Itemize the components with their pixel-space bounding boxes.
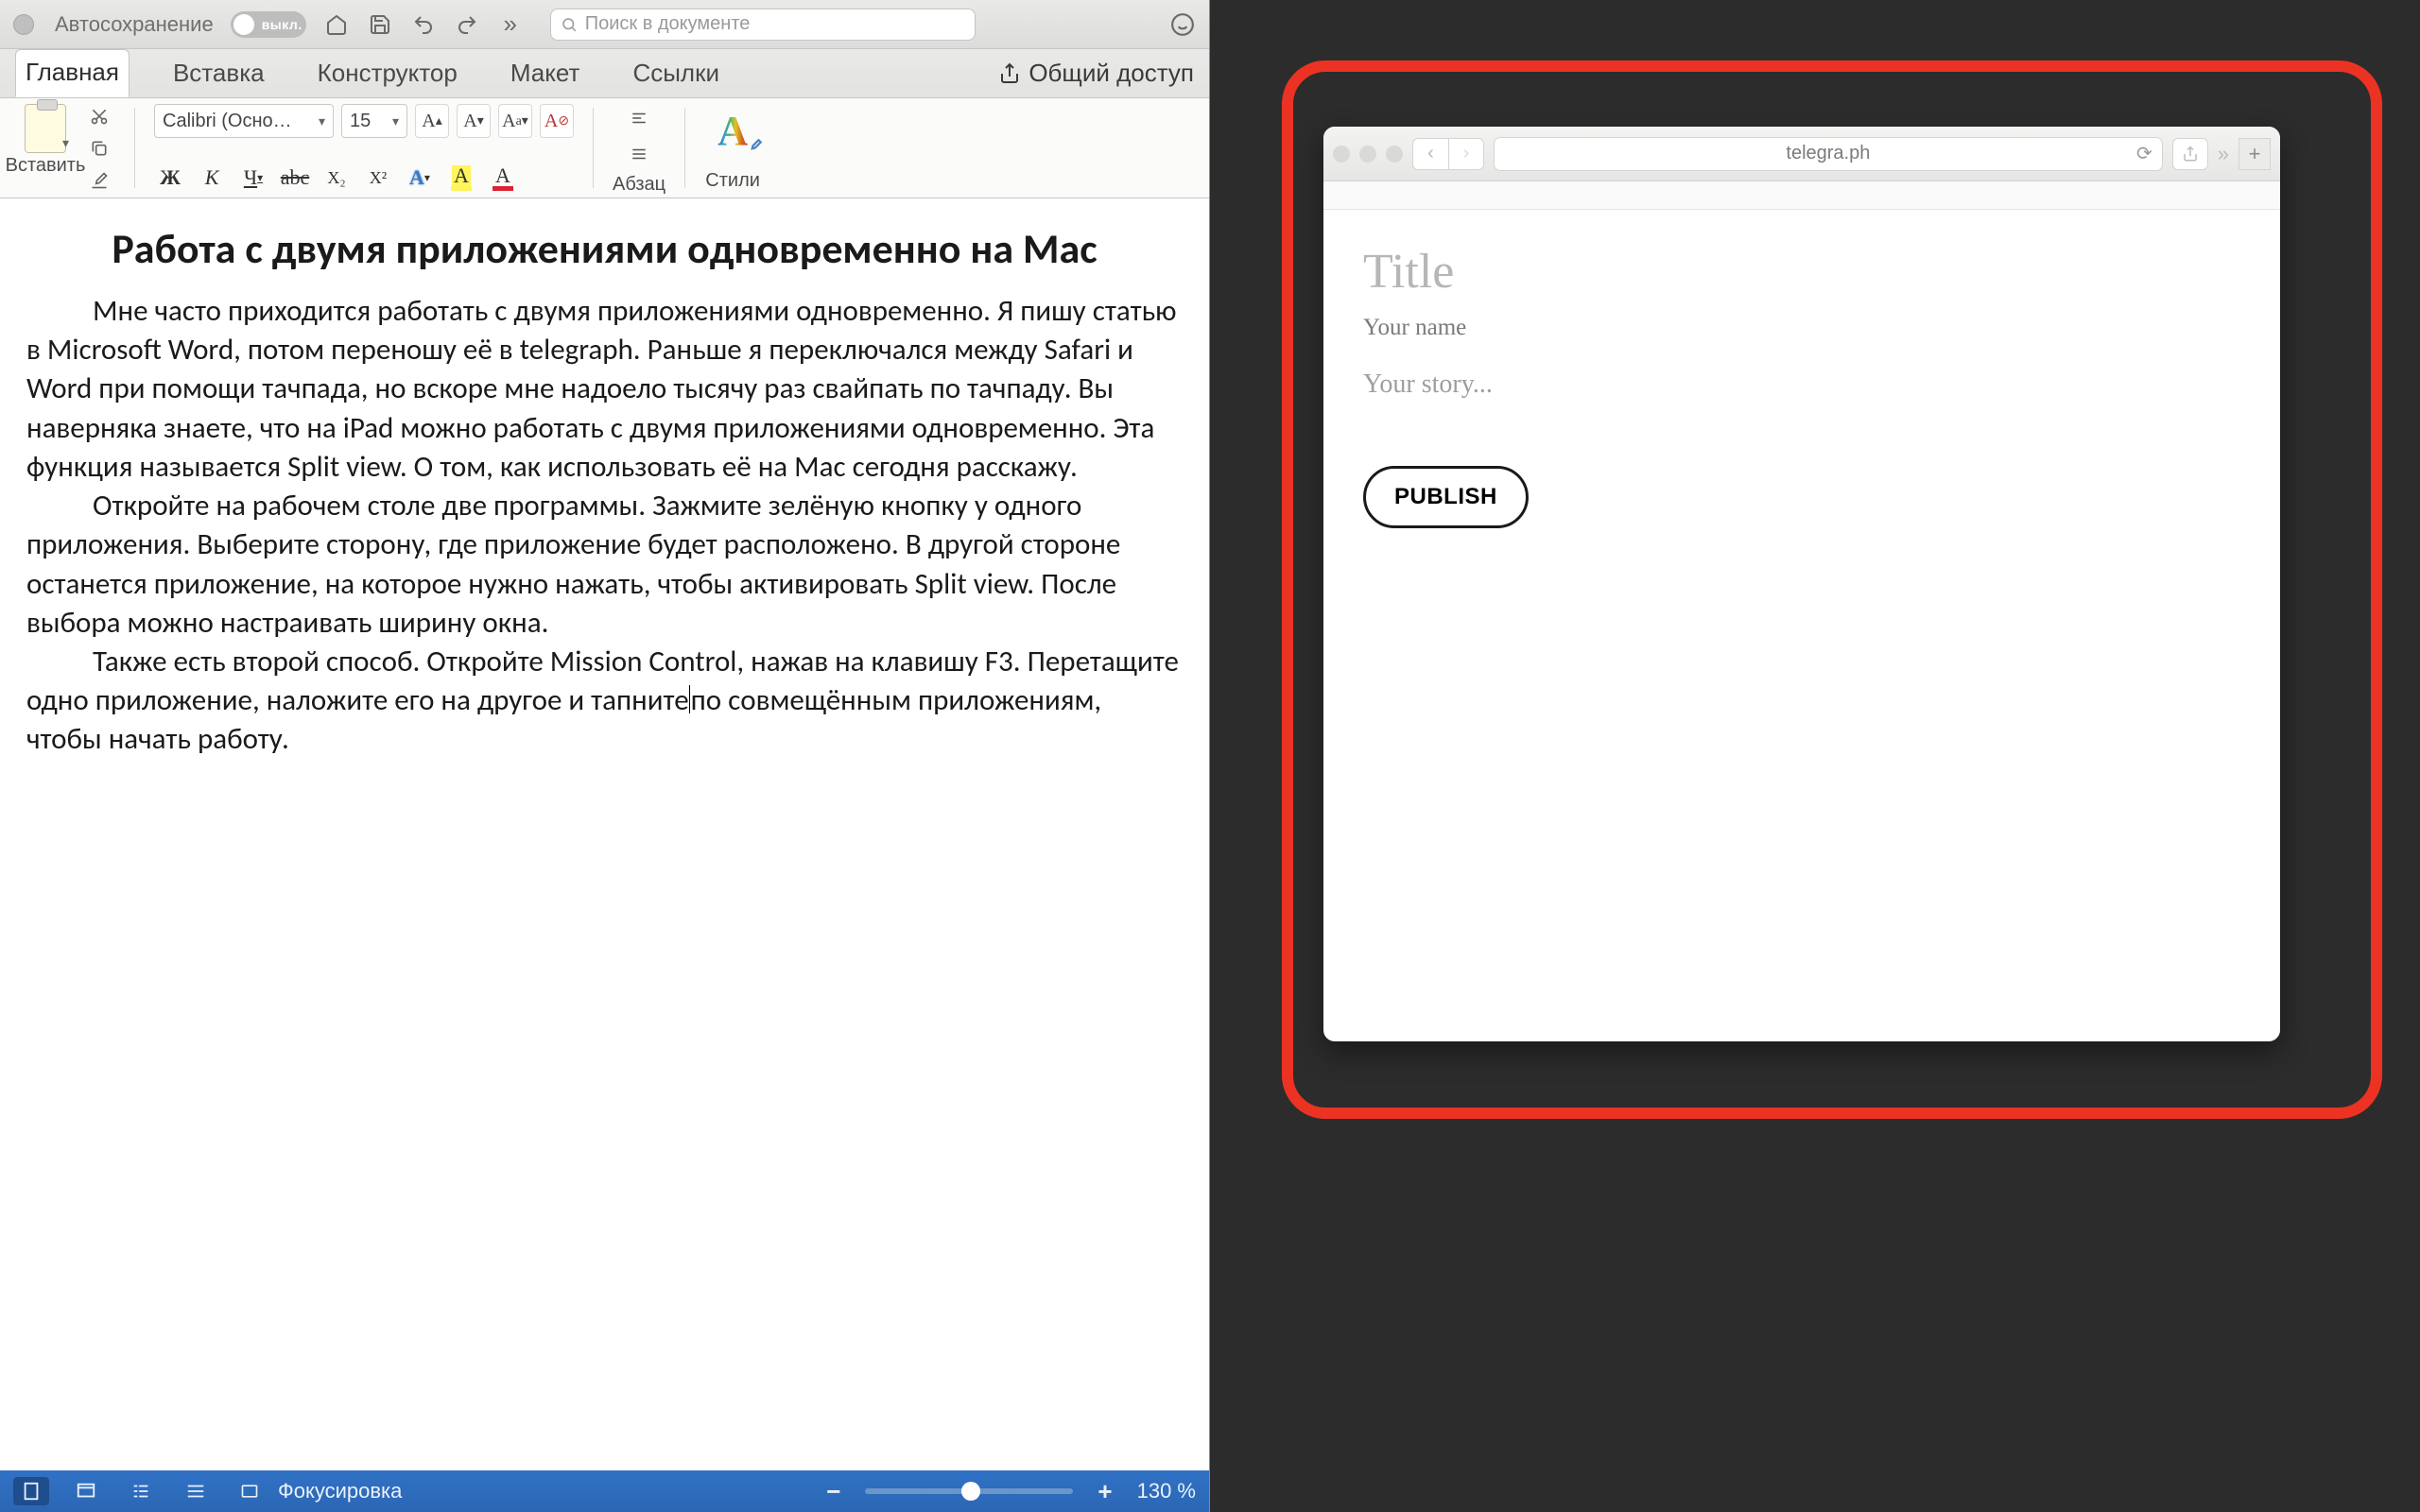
ribbon-tabs: Главная Вставка Конструктор Макет Ссылки… (0, 49, 1209, 98)
format-painter-button[interactable] (83, 168, 115, 193)
telegraph-story-field[interactable]: Your story... (1363, 369, 2240, 400)
search-placeholder: Поиск в документе (585, 13, 751, 35)
font-color-button[interactable]: A (487, 163, 519, 192)
document-paragraph: Также есть второй способ. Откройте Missi… (26, 643, 1183, 760)
focus-icon (238, 1482, 261, 1501)
forward-button[interactable]: › (1448, 138, 1484, 170)
safari-window: ‹ › telegra.ph ⟳ » + Title Your name You… (1323, 127, 2280, 1041)
more-icon[interactable]: » (497, 11, 524, 38)
grow-font-button[interactable]: A▴ (415, 104, 449, 138)
paste-button[interactable]: Вставить (15, 104, 76, 177)
view-print-layout[interactable] (13, 1477, 49, 1505)
text-effects-button[interactable]: A▾ (404, 163, 436, 192)
word-titlebar: Автосохранение выкл. » Поиск в документе (0, 0, 1209, 49)
tab-insert[interactable]: Вставка (164, 51, 274, 97)
bold-button[interactable]: Ж (154, 163, 186, 192)
document-title: Работа с двумя приложениями одновременно… (55, 223, 1154, 275)
focus-mode-button[interactable]: Фокусировка (238, 1479, 402, 1503)
share-button[interactable]: Общий доступ (998, 59, 1194, 97)
zoom-slider[interactable] (865, 1488, 1073, 1494)
font-name-combo[interactable]: Calibri (Осно…▾ (154, 104, 334, 138)
document-paragraph: Откройте на рабочем столе две программы.… (26, 487, 1183, 643)
font-group: Calibri (Осно…▾ 15▾ A▴ A▾ Aa▾ A⊘ Ж К Ч▾ … (148, 104, 579, 192)
word-window: Автосохранение выкл. » Поиск в документе… (0, 0, 1210, 1512)
tab-layout[interactable]: Макет (501, 51, 590, 97)
telegraph-title-field[interactable]: Title (1363, 244, 2240, 300)
text-cursor (689, 685, 690, 713)
view-web-layout[interactable] (68, 1477, 104, 1505)
subscript-button[interactable]: X₂ (320, 163, 353, 192)
paintbrush-icon (746, 138, 763, 155)
tab-references[interactable]: Ссылки (623, 51, 729, 97)
view-draft[interactable] (178, 1477, 214, 1505)
ribbon: Вставить Calibri (Осно…▾ 15▾ A▴ A▾ Aa▾ (0, 98, 1209, 198)
word-statusbar: Фокусировка − + 130 % (0, 1470, 1209, 1512)
publish-button[interactable]: PUBLISH (1363, 466, 1529, 528)
address-bar[interactable]: telegra.ph ⟳ (1494, 137, 2163, 171)
italic-button[interactable]: К (196, 163, 228, 192)
change-case-button[interactable]: Aa▾ (498, 104, 532, 138)
document-paragraph: Мне часто приходится работать с двумя пр… (26, 292, 1183, 487)
new-tab-button[interactable]: + (2238, 138, 2271, 170)
zoom-in-button[interactable]: + (1098, 1477, 1112, 1506)
undo-icon[interactable] (410, 11, 437, 38)
clipboard-group: Вставить (9, 104, 121, 192)
share-icon (998, 62, 1021, 85)
home-icon[interactable] (323, 11, 350, 38)
tab-design[interactable]: Конструктор (308, 51, 467, 97)
font-size-combo[interactable]: 15▾ (341, 104, 407, 138)
window-controls[interactable] (1333, 146, 1403, 163)
superscript-button[interactable]: X² (362, 163, 394, 192)
right-pane: ‹ › telegra.ph ⟳ » + Title Your name You… (1210, 0, 2420, 1512)
clear-format-button[interactable]: A⊘ (540, 104, 574, 138)
tabs-overflow-icon[interactable]: » (2218, 142, 2229, 166)
feedback-smiley-icon[interactable] (1169, 11, 1196, 38)
align-justify-button[interactable] (625, 140, 653, 168)
styles-icon: A (717, 107, 748, 155)
save-icon[interactable] (367, 11, 393, 38)
search-icon (561, 16, 578, 33)
shrink-font-button[interactable]: A▾ (457, 104, 491, 138)
copy-button[interactable] (83, 136, 115, 161)
tab-home[interactable]: Главная (15, 49, 130, 97)
document-body[interactable]: Работа с двумя приложениями одновременно… (0, 198, 1209, 1470)
clipboard-icon (25, 104, 66, 153)
styles-group[interactable]: A Стили (699, 104, 767, 192)
underline-button[interactable]: Ч▾ (237, 163, 269, 192)
autosave-label: Автосохранение (55, 12, 214, 37)
align-left-button[interactable] (625, 104, 653, 132)
document-search[interactable]: Поиск в документе (550, 9, 976, 41)
back-button[interactable]: ‹ (1412, 138, 1448, 170)
reload-icon[interactable]: ⟳ (2136, 142, 2152, 165)
share-button[interactable] (2172, 138, 2208, 170)
window-control-dot[interactable] (13, 14, 34, 35)
redo-icon[interactable] (454, 11, 480, 38)
zoom-out-button[interactable]: − (826, 1477, 840, 1506)
paragraph-group: Абзац (607, 104, 671, 192)
safari-tabrow (1323, 181, 2280, 210)
cut-button[interactable] (83, 104, 115, 129)
autosave-toggle[interactable]: выкл. (231, 11, 306, 38)
safari-toolbar: ‹ › telegra.ph ⟳ » + (1323, 127, 2280, 181)
telegraph-editor[interactable]: Title Your name Your story... PUBLISH (1323, 210, 2280, 1041)
view-outline[interactable] (123, 1477, 159, 1505)
address-text: telegra.ph (1786, 143, 1870, 164)
strike-button[interactable]: abc (279, 163, 311, 192)
highlight-button[interactable]: A (445, 163, 477, 192)
telegraph-name-field[interactable]: Your name (1363, 315, 2240, 341)
zoom-level: 130 % (1137, 1479, 1196, 1503)
